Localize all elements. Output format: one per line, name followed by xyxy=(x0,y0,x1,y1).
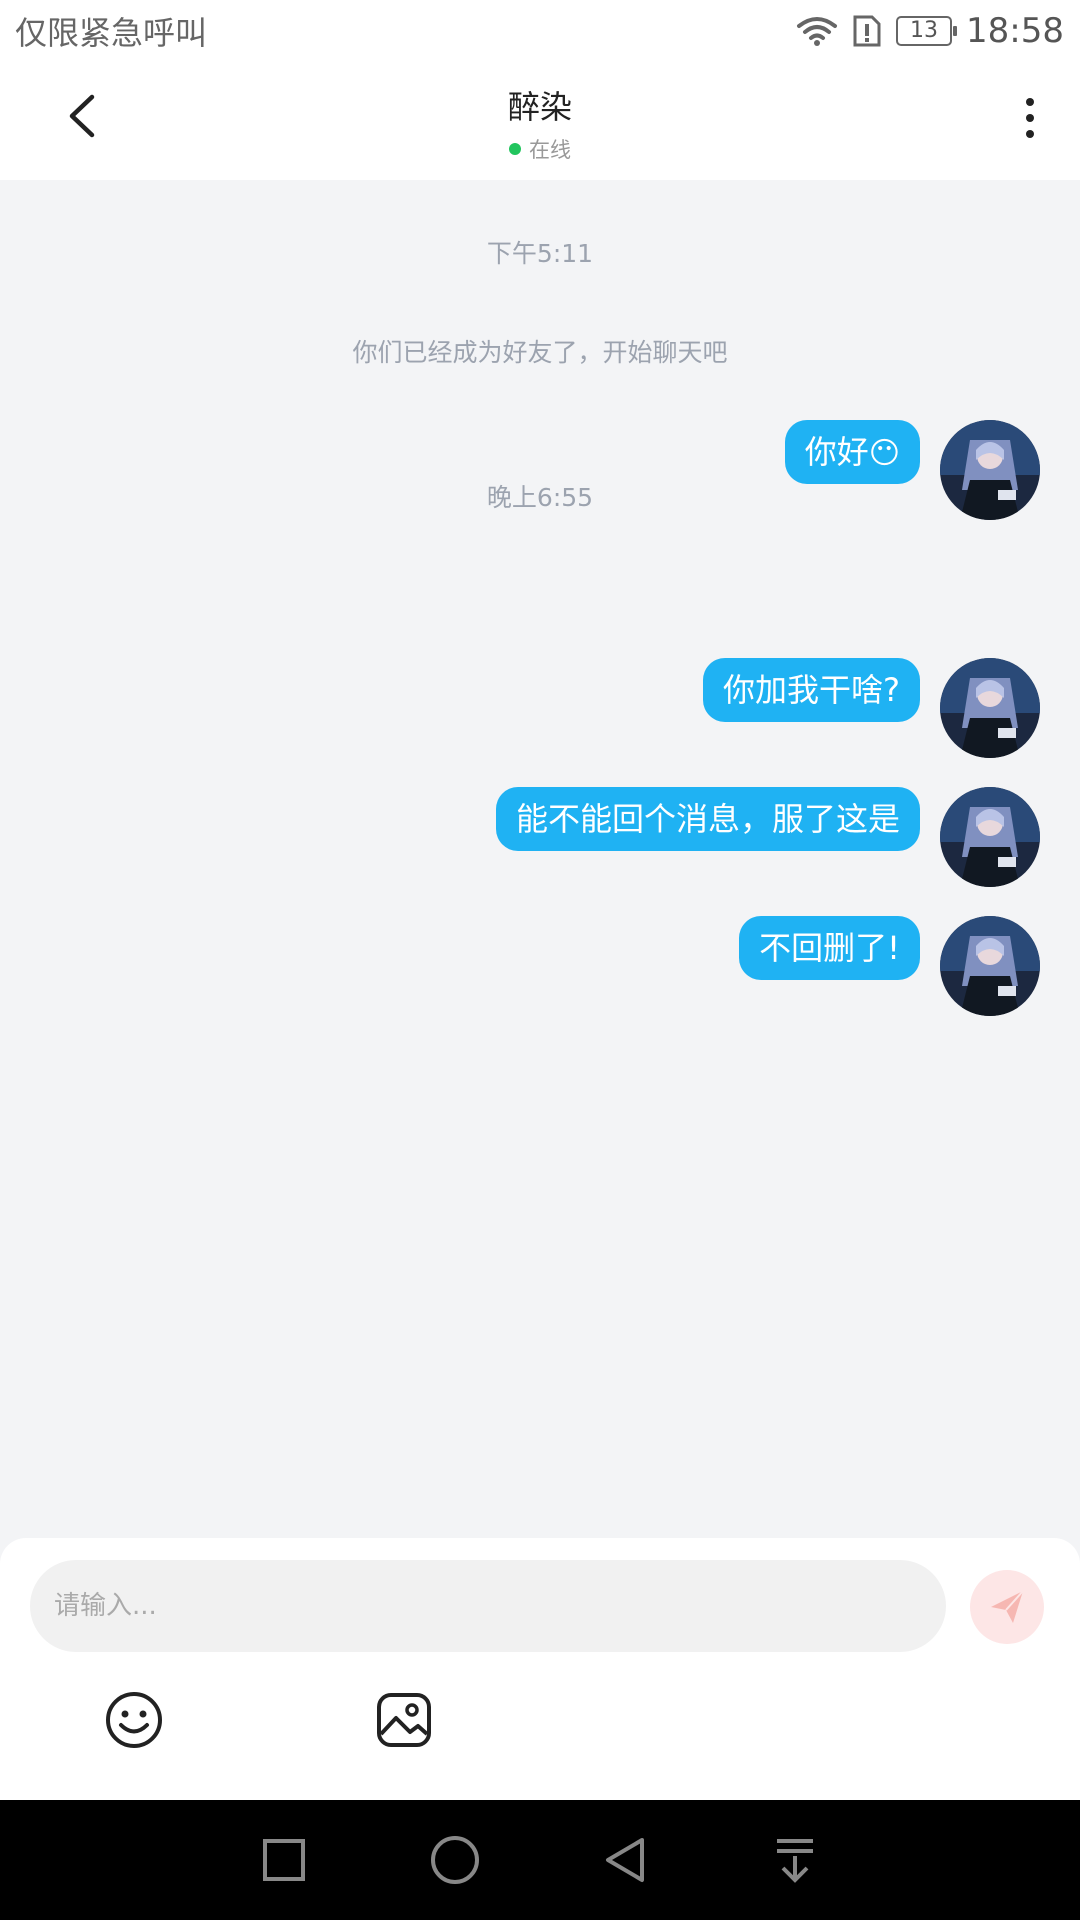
avatar[interactable] xyxy=(940,916,1040,1016)
online-status-label: 在线 xyxy=(529,138,571,162)
avatar[interactable] xyxy=(940,787,1040,887)
message-input-wrapper[interactable] xyxy=(30,1560,946,1652)
message-bubble[interactable]: 不回删了! xyxy=(739,916,920,980)
timestamp: 下午5:11 xyxy=(486,239,594,268)
home-button[interactable] xyxy=(423,1828,487,1892)
chat-header: 醉染 在线 xyxy=(0,62,1080,180)
more-options-button[interactable] xyxy=(1010,88,1050,148)
clock: 18:58 xyxy=(966,11,1064,51)
online-status: 在线 xyxy=(0,134,1080,164)
more-dot-icon xyxy=(1026,114,1034,122)
send-icon xyxy=(991,1590,1024,1623)
message-row: 你加我干啥? xyxy=(703,658,1040,758)
emoji-button[interactable] xyxy=(104,1690,164,1750)
message-row: 不回删了! xyxy=(739,916,1040,1016)
back-nav-button[interactable] xyxy=(594,1828,658,1892)
message-bubble[interactable]: 你好😶 xyxy=(784,420,920,484)
system-message: 你们已经成为好友了，开始聊天吧 xyxy=(352,338,728,367)
message-row: 能不能回个消息，服了这是 xyxy=(495,787,1040,887)
square-icon xyxy=(263,1839,305,1881)
emoji-icon: 😶 xyxy=(868,436,900,471)
more-dot-icon xyxy=(1026,130,1034,138)
avatar[interactable] xyxy=(940,658,1040,758)
input-panel xyxy=(0,1538,1080,1800)
triangle-back-icon xyxy=(606,1838,644,1882)
chat-message-list[interactable]: 下午5:11 你们已经成为好友了，开始聊天吧 你好😶 晚上6:55 你加我干啥? xyxy=(0,180,1080,1540)
contact-name: 醉染 xyxy=(507,88,572,126)
carrier-text: 仅限紧急呼叫 xyxy=(15,14,208,52)
status-bar: 仅限紧急呼叫 13 18:58 xyxy=(0,0,1080,62)
pull-down-icon xyxy=(777,1839,813,1883)
system-navigation-bar xyxy=(0,1800,1080,1920)
message-text: 你好 xyxy=(804,433,869,471)
battery-icon: 13 xyxy=(896,16,958,46)
more-dot-icon xyxy=(1026,98,1034,106)
message-bubble[interactable]: 你加我干啥? xyxy=(703,658,920,722)
status-icons: 13 18:58 xyxy=(796,11,1064,51)
send-button[interactable] xyxy=(970,1570,1044,1644)
recent-apps-button[interactable] xyxy=(252,1828,316,1892)
wifi-icon xyxy=(797,17,838,46)
online-dot-icon xyxy=(509,143,521,155)
message-bubble[interactable]: 能不能回个消息，服了这是 xyxy=(495,787,920,851)
contact-info: 醉染 在线 xyxy=(0,82,1080,164)
smiley-icon xyxy=(106,1692,162,1748)
circle-icon xyxy=(431,1836,479,1884)
timestamp: 晚上6:55 xyxy=(486,483,594,512)
sim-alert-icon xyxy=(853,15,881,47)
image-icon xyxy=(377,1693,431,1747)
message-input[interactable] xyxy=(52,1590,946,1622)
notification-pull-button[interactable] xyxy=(763,1828,827,1892)
image-button[interactable] xyxy=(374,1690,434,1750)
